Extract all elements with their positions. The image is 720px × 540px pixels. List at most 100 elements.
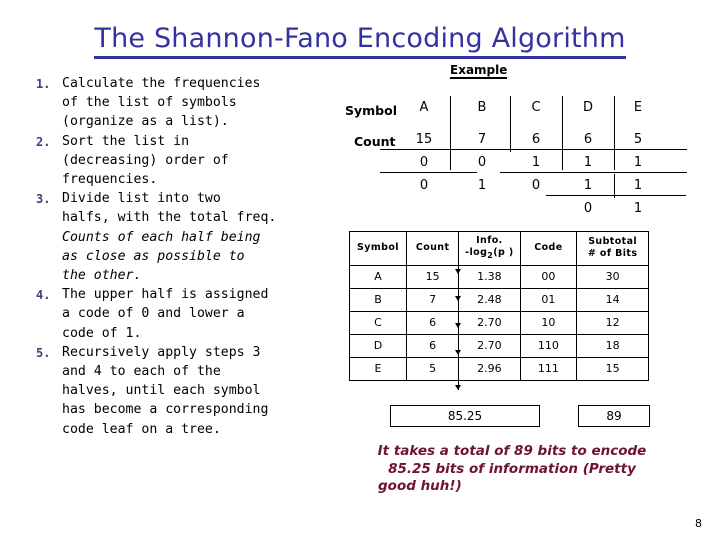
step-number: 2.	[36, 134, 51, 149]
step-number: 1.	[36, 77, 51, 91]
shannon-fano-results-table: Symbol Count Info. -log2(p ) Code Subtot…	[349, 231, 649, 381]
diagram-count-a: 15	[415, 132, 433, 147]
step-line: halfs, with the total freq.	[62, 210, 277, 226]
split-divider-ab-level1	[450, 96, 451, 170]
arrow-down-icon	[455, 296, 461, 301]
cell-info: 2.96	[458, 356, 521, 381]
diagram-bit2-e: 1	[633, 178, 643, 193]
step-text: Sort the list in (decreasing) order of f…	[62, 132, 356, 190]
step-line: (decreasing) order of	[62, 152, 229, 168]
step-line-italic: Counts of each half being	[62, 228, 356, 247]
info-log-prefix: -log	[465, 247, 488, 258]
split-divider-de-level1	[614, 96, 615, 170]
diagram-bit1-c: 1	[531, 155, 541, 170]
total-encoded-bits-box: 89	[578, 405, 650, 427]
split-divider-cd-level1	[562, 96, 563, 170]
diagram-symbol-d: D	[582, 100, 593, 115]
column-header-subtotal-line2: # of Bits	[587, 248, 638, 260]
step-line: has become a corresponding	[62, 402, 269, 418]
split-rule-cde-level2	[500, 172, 687, 173]
cell-count: 6	[405, 333, 460, 358]
step-line: of the list of symbols	[62, 95, 237, 111]
step-line: (organize as a list).	[62, 114, 229, 130]
cell-subtotal: 14	[576, 287, 649, 312]
cell-code: 00	[519, 264, 578, 289]
table-row: E 5 2.96 111 15	[349, 356, 649, 381]
cell-symbol: A	[349, 264, 407, 289]
step-text: Recursively apply steps 3 and 4 to each …	[62, 343, 356, 439]
cell-count: 5	[405, 356, 460, 381]
column-header-info-line1: Info.	[476, 235, 503, 246]
column-header-subtotal: Subtotal # of Bits	[576, 231, 649, 266]
diagram-count-d: 6	[583, 132, 593, 147]
total-information-bits-box: 85.25	[390, 405, 540, 427]
list-item: 5. Recursively apply steps 3 and 4 to ea…	[36, 343, 356, 439]
cell-code: 110	[519, 333, 578, 358]
shannon-fano-split-diagram: Symbol Count A B C D E 15 7 6 6 5 0 0 1 …	[340, 92, 720, 224]
cell-subtotal: 30	[576, 264, 649, 289]
caption-line-3: good huh!)	[378, 478, 462, 494]
column-header-symbol: Symbol	[349, 231, 407, 266]
list-item: 2. Sort the list in (decreasing) order o…	[36, 132, 356, 190]
table-row: A 15 1.38 00 30	[349, 264, 649, 289]
table-header-row: Symbol Count Info. -log2(p ) Code Subtot…	[349, 231, 649, 266]
table-row: B 7 2.48 01 14	[349, 287, 649, 312]
step-line: Divide list into two	[62, 191, 221, 207]
diagram-bit2-c: 0	[531, 178, 541, 193]
info-log-suffix: (p )	[493, 247, 514, 258]
step-line: halves, until each symbol	[62, 383, 261, 399]
step-line: and 4 to each of the	[62, 364, 221, 380]
diagram-row-label-symbol: Symbol	[345, 103, 397, 118]
step-line: Calculate the frequencies	[62, 76, 261, 91]
step-text: Divide list into two halfs, with the tot…	[62, 189, 356, 285]
diagram-bit1-d: 1	[583, 155, 593, 170]
cell-code: 111	[519, 356, 578, 381]
cell-symbol: C	[349, 310, 407, 335]
arrow-down-icon	[455, 350, 461, 355]
diagram-symbol-e: E	[633, 100, 643, 115]
column-header-info: Info. -log2(p )	[458, 231, 521, 266]
step-line: Sort the list in	[62, 133, 190, 149]
step-text: The upper half is assigned a code of 0 a…	[62, 285, 356, 343]
split-rule-level1	[380, 149, 687, 150]
caption-line-1: It takes a total of 89 bits to encode	[377, 443, 647, 459]
cell-count: 7	[405, 287, 460, 312]
list-item: 1. Calculate the frequencies of the list…	[36, 74, 356, 132]
step-number: 3.	[36, 192, 51, 207]
step-line: Recursively apply steps 3	[62, 344, 261, 360]
step-number: 4.	[36, 288, 51, 303]
table-row: C 6 2.70 10 12	[349, 310, 649, 335]
page-title: The Shannon-Fano Encoding Algorithm	[0, 23, 720, 59]
cell-code: 01	[519, 287, 578, 312]
diagram-bit2-b: 1	[477, 178, 487, 193]
summary-caption: It takes a total of 89 bits to encode 85…	[352, 443, 672, 496]
algorithm-steps-list: 1. Calculate the frequencies of the list…	[36, 74, 356, 439]
arrow-down-icon	[455, 385, 461, 390]
caption-line-2: 85.25 bits of information (Pretty	[388, 460, 636, 477]
diagram-bit2-a: 0	[419, 178, 429, 193]
diagram-count-c: 6	[531, 132, 541, 147]
cell-count: 15	[405, 264, 460, 289]
cell-info: 2.70	[458, 310, 521, 335]
page-number: 8	[695, 517, 702, 530]
diagram-row-label-count: Count	[354, 134, 396, 149]
step-line-italic: the other.	[62, 266, 356, 285]
arrow-down-icon	[455, 269, 461, 274]
cell-symbol: D	[349, 333, 407, 358]
page-title-text: The Shannon-Fano Encoding Algorithm	[94, 23, 626, 59]
step-line: code of 1.	[62, 325, 142, 341]
split-rule-ab-level2	[380, 172, 477, 173]
example-heading: Example	[450, 63, 508, 79]
diagram-count-b: 7	[477, 132, 487, 147]
cell-code: 10	[519, 310, 578, 335]
step-italic-text: the other.	[62, 268, 142, 284]
diagram-symbol-b: B	[477, 100, 487, 115]
diagram-bit1-e: 1	[633, 155, 643, 170]
diagram-bit2-d: 1	[583, 178, 593, 193]
diagram-symbol-c: C	[531, 100, 541, 115]
step-line-italic: as close as possible to	[62, 247, 356, 266]
diagram-bit3-d: 0	[583, 201, 593, 216]
column-header-subtotal-line1: Subtotal	[588, 236, 638, 248]
cell-subtotal: 15	[576, 356, 649, 381]
diagram-symbol-a: A	[419, 100, 429, 115]
